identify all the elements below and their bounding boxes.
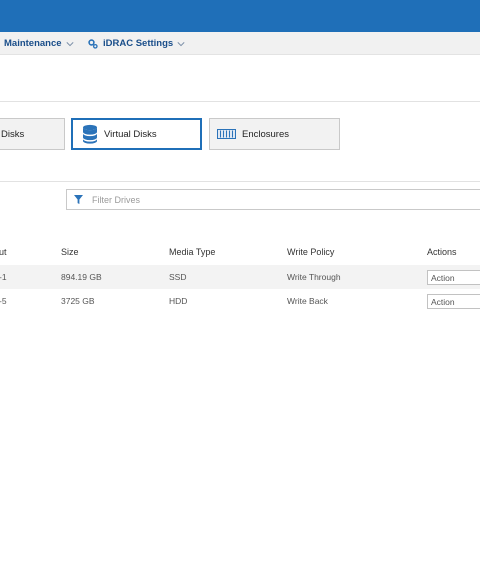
cell-media-type: HDD bbox=[169, 296, 188, 306]
column-header-actions: Actions bbox=[427, 247, 457, 257]
cell-size: 894.19 GB bbox=[61, 272, 102, 282]
tile-virtual-disks[interactable]: Virtual Disks bbox=[71, 118, 202, 150]
action-dropdown[interactable]: Action bbox=[427, 270, 480, 285]
filter-icon bbox=[74, 195, 83, 204]
filter-drives-placeholder: Filter Drives bbox=[92, 194, 141, 205]
enclosure-icon bbox=[217, 129, 236, 139]
tile-virtual-disks-label: Virtual Disks bbox=[104, 128, 157, 140]
cell-write-policy: Write Through bbox=[287, 272, 341, 282]
tile-physical-disks-label: Disks bbox=[1, 128, 25, 140]
menu-idrac-settings-label: iDRAC Settings bbox=[103, 38, 174, 49]
main-menu-bar: Maintenance iDRAC Settings bbox=[0, 32, 480, 55]
column-header-write-policy[interactable]: Write Policy bbox=[287, 247, 334, 257]
cell-write-policy: Write Back bbox=[287, 296, 328, 306]
tile-physical-disks[interactable]: Disks bbox=[0, 118, 65, 150]
tile-enclosures-label: Enclosures bbox=[242, 128, 289, 140]
menu-maintenance[interactable]: Maintenance bbox=[4, 32, 74, 55]
tile-enclosures[interactable]: Enclosures bbox=[209, 118, 340, 150]
cell-media-type: SSD bbox=[169, 272, 187, 282]
filter-drives-input[interactable]: Filter Drives bbox=[66, 189, 480, 210]
menu-idrac-settings[interactable]: iDRAC Settings bbox=[88, 32, 185, 55]
column-header-layout[interactable]: ut bbox=[0, 247, 7, 257]
database-icon bbox=[83, 124, 97, 144]
cell-layout: -5 bbox=[0, 296, 7, 306]
action-dropdown[interactable]: Action bbox=[427, 294, 480, 309]
action-dropdown-value: Action bbox=[431, 272, 455, 283]
menu-maintenance-label: Maintenance bbox=[4, 38, 62, 49]
column-header-media-type[interactable]: Media Type bbox=[169, 247, 215, 257]
table-row: -1 894.19 GB SSD Write Through Action bbox=[0, 265, 480, 289]
section-divider bbox=[0, 181, 480, 182]
cell-size: 3725 GB bbox=[61, 296, 95, 306]
column-header-size[interactable]: Size bbox=[61, 247, 79, 257]
gear-icon bbox=[88, 38, 98, 49]
chevron-down-icon bbox=[177, 41, 185, 46]
chevron-down-icon bbox=[66, 41, 74, 46]
table-row: -5 3725 GB HDD Write Back Action bbox=[0, 289, 480, 313]
action-dropdown-value: Action bbox=[431, 296, 455, 307]
top-banner bbox=[0, 0, 480, 32]
section-divider bbox=[0, 101, 480, 102]
cell-layout: -1 bbox=[0, 272, 7, 282]
